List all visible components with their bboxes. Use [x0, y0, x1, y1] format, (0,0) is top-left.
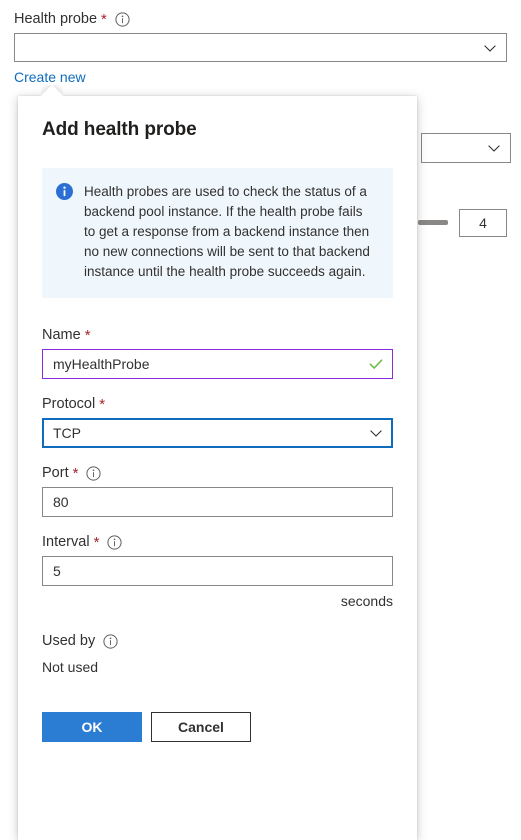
- chevron-down-icon: [483, 41, 497, 55]
- chevron-down-icon: [487, 141, 501, 155]
- chevron-down-icon: [369, 426, 383, 440]
- checkmark-icon: [369, 357, 383, 371]
- field-group-protocol: Protocol * TCP: [42, 395, 393, 448]
- field-group-port: Port * 80: [42, 464, 393, 517]
- interval-label-text: Interval: [42, 534, 90, 550]
- used-by-value: Not used: [42, 659, 99, 675]
- used-by-label-text: Used by: [42, 633, 96, 649]
- info-icon[interactable]: [115, 11, 130, 27]
- protocol-label-text: Protocol: [42, 396, 96, 412]
- health-probe-label: Health probe *: [14, 10, 130, 28]
- health-probe-dropdown[interactable]: [14, 33, 507, 62]
- background-slider-value-box[interactable]: 4: [459, 209, 507, 237]
- required-asterisk: *: [93, 534, 100, 551]
- port-label: Port *: [42, 464, 393, 482]
- cancel-button[interactable]: Cancel: [151, 712, 251, 742]
- info-message-text: Health probes are used to check the stat…: [84, 184, 370, 279]
- name-input[interactable]: myHealthProbe: [42, 349, 393, 379]
- info-icon[interactable]: [107, 534, 123, 550]
- protocol-label: Protocol *: [42, 395, 393, 413]
- create-new-link[interactable]: Create new: [14, 68, 86, 86]
- name-label: Name *: [42, 326, 393, 344]
- port-input[interactable]: 80: [42, 487, 393, 517]
- info-icon[interactable]: [103, 633, 118, 649]
- name-input-value: myHealthProbe: [53, 356, 150, 372]
- protocol-dropdown-value: TCP: [53, 425, 81, 441]
- protocol-dropdown[interactable]: TCP: [42, 418, 393, 448]
- required-asterisk: *: [101, 11, 107, 28]
- field-group-used-by: Used by Not used: [42, 632, 393, 676]
- required-asterisk: *: [72, 465, 79, 482]
- add-health-probe-callout: Add health probe Health probes are used …: [18, 96, 417, 840]
- port-input-value: 80: [53, 494, 69, 510]
- info-icon[interactable]: [86, 465, 102, 481]
- health-probe-label-text: Health probe: [14, 11, 98, 27]
- screen-root: Health probe * Create new 4 Add health p…: [0, 0, 521, 840]
- info-message-bar: Health probes are used to check the stat…: [42, 168, 393, 298]
- callout-actions: OK Cancel: [42, 712, 393, 742]
- callout-title: Add health probe: [42, 119, 197, 140]
- background-secondary-dropdown[interactable]: [421, 133, 511, 163]
- interval-label: Interval *: [42, 533, 393, 551]
- callout-beak: [41, 85, 63, 96]
- field-group-name: Name * myHealthProbe: [42, 326, 393, 379]
- interval-unit-label: seconds: [340, 593, 393, 609]
- ok-button[interactable]: OK: [42, 712, 142, 742]
- interval-input[interactable]: 5: [42, 556, 393, 586]
- port-label-text: Port: [42, 465, 69, 481]
- used-by-label: Used by: [42, 632, 393, 650]
- field-group-interval: Interval * 5 seconds: [42, 533, 393, 610]
- info-circle-filled-icon: [56, 183, 73, 200]
- name-label-text: Name: [42, 327, 81, 343]
- background-slider-track[interactable]: [418, 220, 448, 225]
- required-asterisk: *: [99, 396, 106, 413]
- required-asterisk: *: [84, 327, 91, 344]
- callout-content: Add health probe Health probes are used …: [18, 96, 417, 742]
- interval-input-value: 5: [53, 563, 61, 579]
